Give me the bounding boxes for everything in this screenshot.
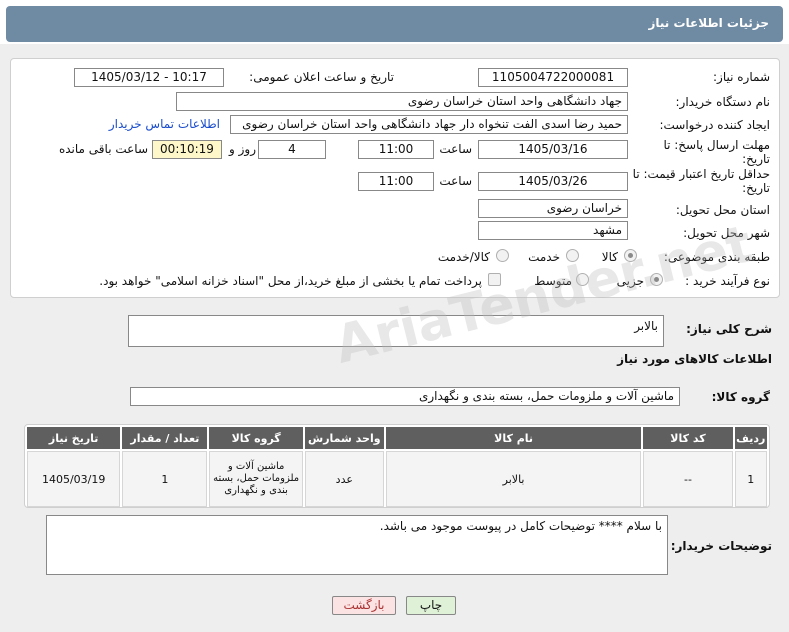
- reply-date-field: 1405/03/16: [478, 140, 628, 159]
- category-both-label: کالا/خدمت: [437, 250, 490, 264]
- buyer-org-label: نام دستگاه خریدار:: [675, 95, 771, 109]
- goods-table-panel: ردیف کد کالا نام کالا واحد شمارش گروه کا…: [24, 424, 770, 508]
- validity-time-label: ساعت: [439, 174, 472, 188]
- days-label: روز و: [229, 142, 256, 156]
- reply-time-field: 11:00: [358, 140, 434, 159]
- validity-time-field: 11:00: [358, 172, 434, 191]
- col-unit: واحد شمارش: [304, 427, 384, 449]
- city-field: مشهد: [478, 221, 628, 240]
- summary-label: شرح کلی نیاز:: [686, 322, 772, 336]
- goods-table: ردیف کد کالا نام کالا واحد شمارش گروه کا…: [25, 425, 769, 509]
- col-name: نام کالا: [385, 427, 642, 449]
- goods-section-title: اطلاعات کالاهای مورد نیاز: [617, 352, 772, 366]
- cell-name: بالابر: [385, 451, 642, 507]
- goods-group-field: ماشین آلات و ملزومات حمل، بسته بندی و نگ…: [130, 387, 680, 406]
- cell-group: ماشین آلات و ملزومات حمل، بسته بندی و نگ…: [209, 451, 303, 507]
- buyer-notes-label: توضیحات خریدار:: [670, 539, 772, 553]
- announce-label: تاریخ و ساعت اعلان عمومی:: [249, 70, 394, 84]
- back-button[interactable]: بازگشت: [332, 596, 396, 615]
- category-both-radio[interactable]: [496, 249, 509, 262]
- col-qty: تعداد / مقدار: [122, 427, 208, 449]
- contact-buyer-link[interactable]: اطلاعات تماس خریدار: [100, 117, 220, 131]
- need-number-label: شماره نیاز:: [713, 70, 770, 84]
- validity-date-field: 1405/03/26: [478, 172, 628, 191]
- price-validity-label: حداقل تاریخ اعتبار قیمت: تا تاریخ:: [632, 167, 770, 195]
- reply-deadline-label: مهلت ارسال پاسخ: تا تاریخ:: [663, 138, 770, 166]
- cell-row: 1: [734, 451, 767, 507]
- page-title: جزئیات اطلاعات نیاز: [6, 6, 783, 42]
- col-row: ردیف: [734, 427, 767, 449]
- province-label: استان محل تحویل:: [675, 203, 770, 217]
- requester-field: حمید رضا اسدی الفت تنخواه دار جهاد دانشگ…: [230, 115, 628, 134]
- cell-code: --: [643, 451, 733, 507]
- cell-date: 1405/03/19: [27, 451, 121, 507]
- col-code: کد کالا: [643, 427, 733, 449]
- need-number-field: 1105004722000081: [478, 68, 628, 87]
- announce-field: 1405/03/12 - 10:17: [74, 68, 224, 87]
- cell-qty: 1: [122, 451, 208, 507]
- cell-unit: عدد: [304, 451, 384, 507]
- requester-label: ایجاد کننده درخواست:: [659, 118, 770, 132]
- col-group: گروه کالا: [209, 427, 303, 449]
- goods-group-label: گروه کالا:: [711, 390, 770, 404]
- remaining-label: ساعت باقی مانده: [58, 142, 148, 156]
- buyer-notes-textarea[interactable]: با سلام **** توضیحات کامل در پیوست موجود…: [46, 515, 668, 575]
- print-button[interactable]: چاپ: [406, 596, 456, 615]
- col-date: تاریخ نیاز: [27, 427, 121, 449]
- page-header: جزئیات اطلاعات نیاز: [0, 0, 789, 44]
- goods-table-header: ردیف کد کالا نام کالا واحد شمارش گروه کا…: [27, 427, 767, 449]
- reply-time-label: ساعت: [439, 142, 472, 156]
- buyer-org-field: جهاد دانشگاهی واحد استان خراسان رضوی: [176, 92, 628, 111]
- province-field: خراسان رضوی: [478, 199, 628, 218]
- table-row: 1 -- بالابر عدد ماشین آلات و ملزومات حمل…: [27, 451, 767, 507]
- remaining-time-field: 00:10:19: [152, 140, 222, 159]
- treasury-payment-note: پرداخت تمام یا بخشی از مبلغ خرید،از محل …: [99, 274, 482, 288]
- days-field: 4: [258, 140, 326, 159]
